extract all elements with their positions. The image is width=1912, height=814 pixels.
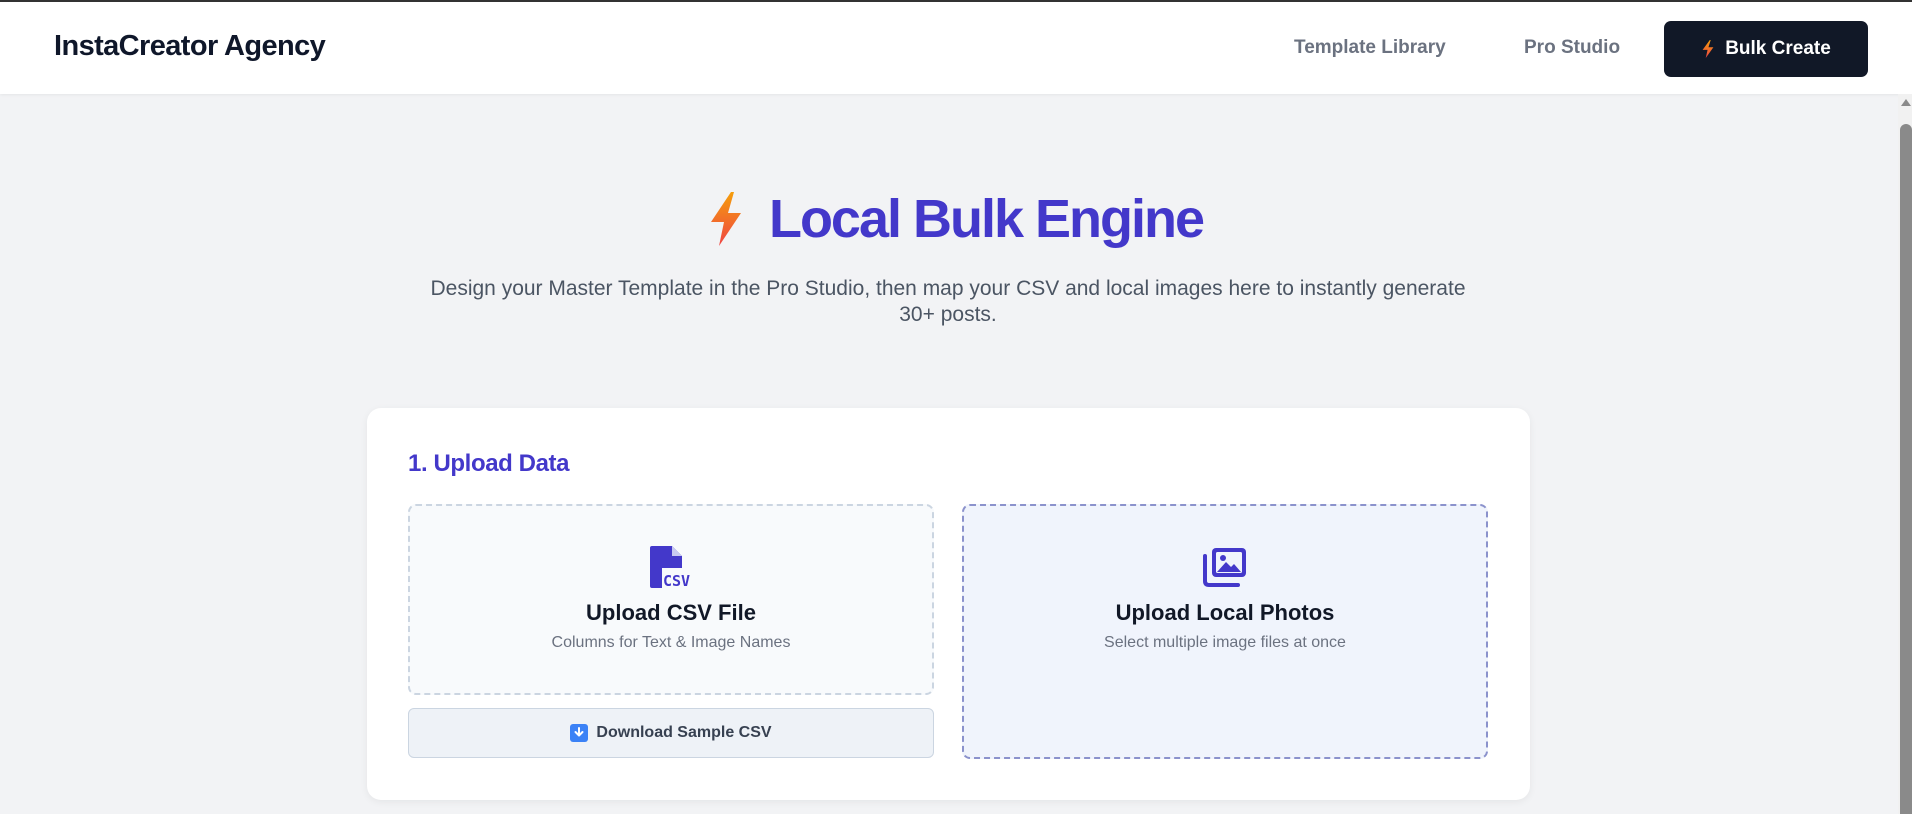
download-arrow-icon xyxy=(570,724,589,742)
csv-upload-subtitle: Columns for Text & Image Names xyxy=(551,634,791,651)
bulk-create-button[interactable]: Bulk Create xyxy=(1664,21,1868,77)
lightning-icon xyxy=(710,192,741,246)
photos-upload-title: Upload Local Photos xyxy=(1115,600,1335,625)
svg-text:CSV: CSV xyxy=(663,572,690,588)
nav-pro-studio[interactable]: Pro Studio xyxy=(1524,37,1620,59)
scroll-up-arrow-icon[interactable] xyxy=(1901,99,1911,106)
page-subtitle: Design your Master Template in the Pro S… xyxy=(430,277,1466,326)
csv-file-icon: CSV xyxy=(650,546,690,588)
page-title: Local Bulk Engine xyxy=(768,189,1205,249)
hero-heading: Local Bulk Engine xyxy=(0,188,1912,250)
csv-upload-dropzone[interactable]: CSV Upload CSV File Columns for Text & I… xyxy=(408,504,934,695)
download-sample-label: Download Sample CSV xyxy=(596,724,772,741)
top-navbar: InstaCreator Agency Template Library Pro… xyxy=(0,2,1912,94)
upload-section-title: 1. Upload Data xyxy=(408,450,570,477)
bulk-create-label: Bulk Create xyxy=(1725,38,1831,59)
brand-logo-text[interactable]: InstaCreator Agency xyxy=(54,30,326,63)
upload-data-card: 1. Upload Data CSV Upload CSV File Colum… xyxy=(367,408,1530,800)
photos-icon xyxy=(1203,548,1246,587)
csv-upload-title: Upload CSV File xyxy=(586,600,756,625)
download-sample-csv-button[interactable]: Download Sample CSV xyxy=(408,708,934,758)
lightning-icon xyxy=(1702,40,1714,58)
photos-upload-dropzone[interactable]: Upload Local Photos Select multiple imag… xyxy=(962,504,1488,759)
photos-upload-subtitle: Select multiple image files at once xyxy=(1104,634,1346,651)
nav-template-library[interactable]: Template Library xyxy=(1294,37,1446,59)
